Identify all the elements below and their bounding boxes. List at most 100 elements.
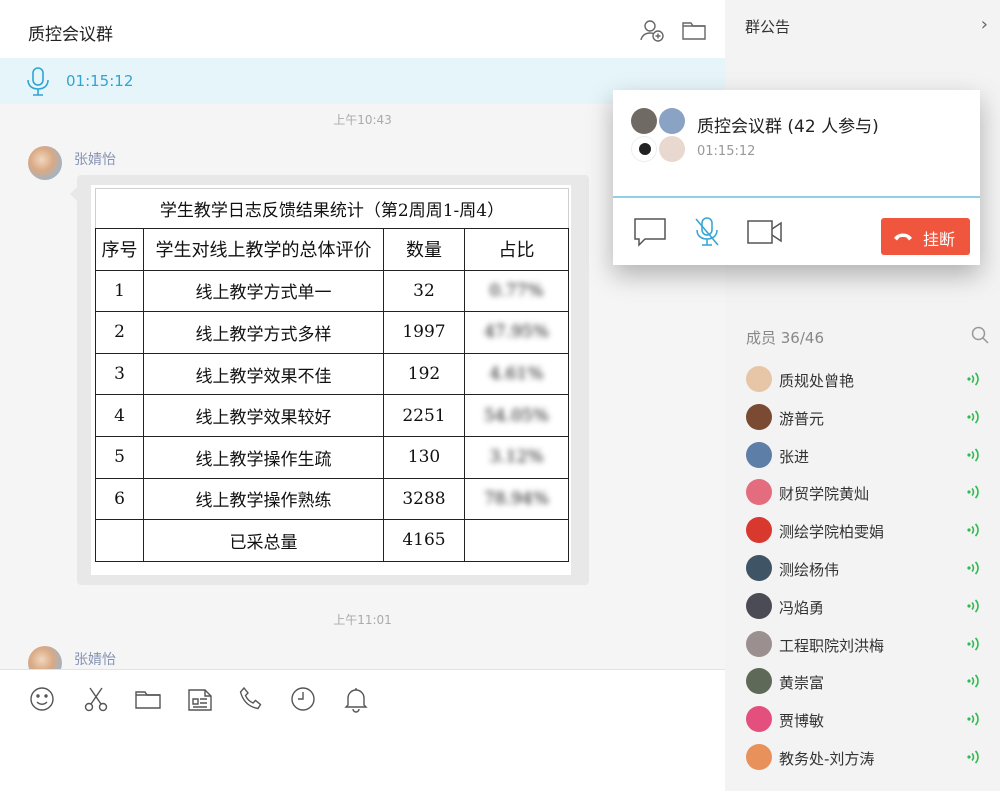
table-row: 1 线上教学方式单一 32 0.77% [95, 269, 569, 313]
speaking-icon [967, 523, 979, 537]
table-cell [464, 519, 569, 562]
sender-name[interactable]: 张婧怡 [74, 149, 116, 169]
chevron-right-icon[interactable]: › [981, 14, 988, 35]
speaking-icon [967, 372, 979, 386]
stats-table: 学生教学日志反馈结果统计（第2周周1-周4） 序号 学生对线上教学的总体评价 数… [95, 188, 569, 562]
table-row-total: 已采总量 4165 [95, 519, 569, 562]
table-cell: 1997 [383, 311, 465, 354]
hang-up-button[interactable]: 挂断 [881, 218, 970, 255]
folder-icon[interactable] [134, 685, 162, 713]
table-cell: 6 [95, 477, 144, 521]
speaking-icon [967, 712, 979, 726]
table-row: 4 线上教学效果较好 2251 54.05% [95, 394, 569, 437]
avatar [746, 555, 772, 581]
hang-up-phone-icon [894, 233, 912, 241]
member-item[interactable]: 教务处-刘方涛 [725, 739, 1000, 777]
document-icon[interactable] [186, 685, 214, 713]
table-cell: 192 [383, 352, 465, 396]
table-cell: 3.12% [464, 435, 569, 479]
avatar [746, 403, 772, 430]
avatar [746, 706, 772, 733]
table-cell [95, 519, 144, 562]
member-item[interactable]: 测绘学院柏雯娟 [725, 512, 1000, 550]
member-item[interactable]: 工程职院刘洪梅 [725, 626, 1000, 664]
hang-up-label: 挂断 [923, 230, 956, 249]
table-cell: 3288 [383, 477, 465, 521]
folder-icon[interactable] [681, 17, 707, 43]
avatar [746, 479, 772, 506]
table-cell: 4.61% [464, 352, 569, 396]
divider [613, 196, 980, 198]
chat-bubble-icon[interactable] [633, 216, 669, 248]
table-header: 数量 [383, 228, 465, 271]
member-name: 张进 [779, 447, 810, 466]
member-item[interactable]: 黄崇富 [725, 663, 1000, 701]
avatar [746, 366, 772, 392]
table-cell: 0.77% [464, 269, 569, 313]
table-cell: 已采总量 [143, 519, 384, 562]
member-name: 工程职院刘洪梅 [779, 636, 885, 655]
call-group-title: 质控会议群 (42 人参与) [697, 117, 879, 137]
avatar [746, 630, 772, 657]
spreadsheet-image: 学生教学日志反馈结果统计（第2周周1-周4） 序号 学生对线上教学的总体评价 数… [91, 185, 571, 575]
microphone-icon [27, 67, 49, 96]
sender-name[interactable]: 张婧怡 [74, 649, 116, 669]
speaking-icon [967, 448, 979, 462]
chat-header: 质控会议群 [0, 0, 725, 58]
video-camera-icon[interactable] [747, 216, 783, 248]
clock-icon[interactable] [289, 685, 317, 713]
member-item[interactable]: 贾博敏 [725, 701, 1000, 739]
table-header: 序号 [95, 228, 144, 271]
member-name: 游普元 [779, 409, 825, 428]
table-cell: 线上教学操作生疏 [143, 435, 384, 479]
speaking-icon [967, 485, 979, 499]
table-cell: 线上教学效果不佳 [143, 352, 384, 396]
speaking-icon [967, 599, 979, 613]
member-item[interactable]: 质规处曾艳 [725, 361, 1000, 399]
speaking-icon [967, 410, 979, 424]
member-avatar [631, 108, 657, 134]
member-name: 测绘杨伟 [779, 561, 840, 579]
table-cell: 线上教学方式多样 [143, 311, 384, 354]
speaking-icon [967, 637, 979, 651]
image-message[interactable]: 学生教学日志反馈结果统计（第2周周1-周4） 序号 学生对线上教学的总体评价 数… [70, 175, 589, 585]
avatar [746, 517, 772, 544]
avatar[interactable] [28, 146, 62, 180]
bell-icon[interactable] [342, 685, 370, 713]
member-name: 质规处曾艳 [779, 372, 855, 390]
member-item[interactable]: 冯焰勇 [725, 588, 1000, 626]
member-item[interactable]: 测绘杨伟 [725, 550, 1000, 588]
microphone-muted-icon[interactable] [689, 216, 725, 248]
table-title: 学生教学日志反馈结果统计（第2周周1-周4） [95, 188, 569, 229]
table-cell: 线上教学效果较好 [143, 394, 384, 437]
member-item[interactable]: 财贸学院黄灿 [725, 474, 1000, 512]
group-notice-link[interactable]: 群公告 [745, 16, 790, 37]
phone-icon[interactable] [237, 685, 265, 713]
table-cell: 线上教学操作熟练 [143, 477, 384, 521]
scissors-icon[interactable] [82, 685, 110, 713]
table-cell: 1 [95, 269, 144, 313]
member-name: 冯焰勇 [779, 598, 825, 617]
member-avatar [631, 136, 657, 162]
table-cell: 2 [95, 311, 144, 354]
members-count: 成员 36/46 [746, 329, 824, 347]
avatar [746, 592, 772, 619]
add-member-icon[interactable] [639, 17, 665, 43]
search-icon[interactable] [970, 325, 990, 345]
member-item[interactable]: 张进 [725, 437, 1000, 475]
table-header: 学生对线上教学的总体评价 [143, 228, 384, 271]
message-timestamp: 上午11:01 [333, 613, 392, 627]
member-avatar [659, 136, 685, 162]
table-cell: 130 [383, 435, 465, 479]
member-name: 贾博敏 [779, 712, 825, 731]
voice-call-popup: 质控会议群 (42 人参与) 01:15:12 挂断 [613, 90, 980, 265]
member-name: 测绘学院柏雯娟 [779, 523, 885, 542]
table-cell: 54.05% [464, 394, 569, 437]
table-cell: 线上教学方式单一 [143, 269, 384, 313]
speaking-icon [967, 750, 979, 764]
member-avatar [659, 108, 685, 134]
table-row: 2 线上教学方式多样 1997 47.95% [95, 311, 569, 354]
emoji-icon[interactable] [28, 685, 56, 713]
member-item[interactable]: 游普元 [725, 399, 1000, 437]
member-name: 黄崇富 [779, 674, 825, 693]
